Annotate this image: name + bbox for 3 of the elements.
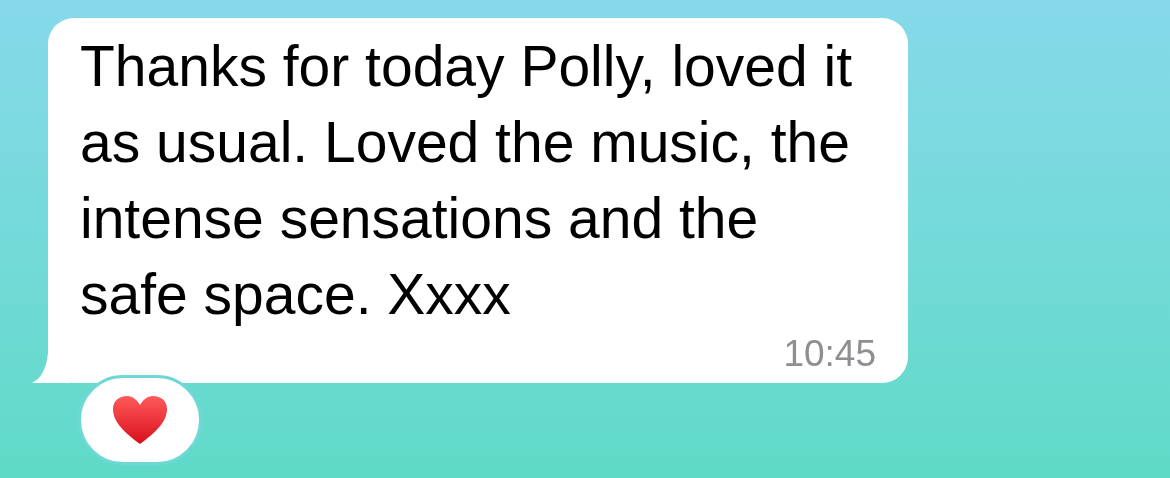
message-text: Thanks for today Polly, loved it as usual. Loved the music, the intense sensations and the safe space. Xxxx bbox=[80, 33, 853, 328]
message-time: 10:45 bbox=[783, 334, 876, 374]
heart-icon bbox=[111, 394, 169, 446]
